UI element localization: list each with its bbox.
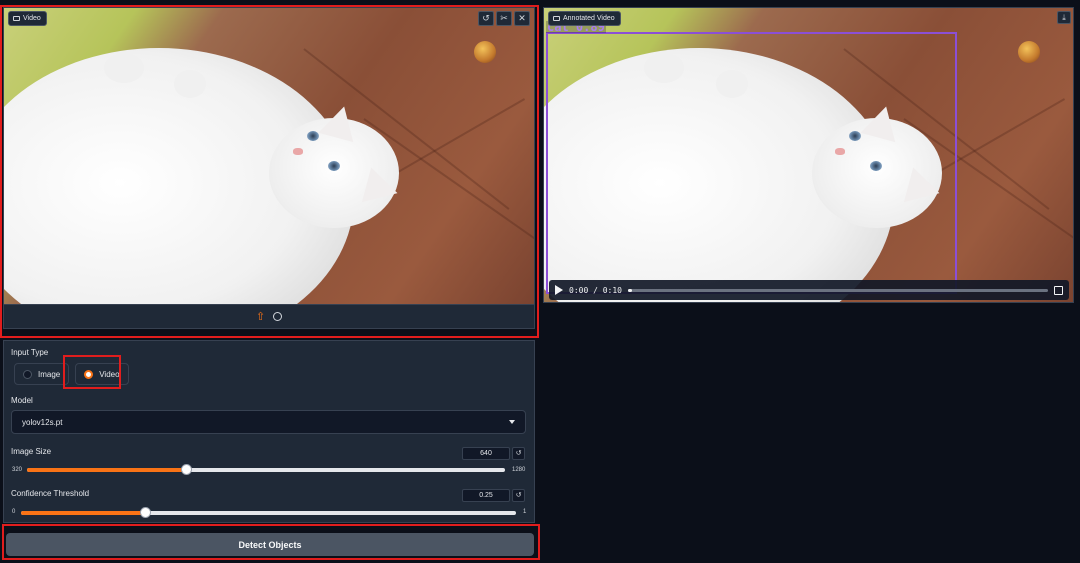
video-label-text: Video [23,15,41,22]
confidence-input[interactable]: 0.25 [462,489,510,502]
webcam-icon[interactable] [273,312,283,321]
video-source-bar: ⇧ [4,304,534,328]
input-type-radio-group: Image Video [14,363,129,385]
radio-video-label: Video [99,369,120,379]
settings-panel: Input Type Image Video Model yolov12s.pt… [3,340,535,523]
video-controls: 0:00 / 0:10 [549,280,1069,300]
detection-bounding-box [546,32,957,294]
radio-video-dot [84,369,94,379]
confidence-max: 1 [523,509,527,515]
input-type-label: Input Type [11,348,49,357]
radio-image-label: Image [38,369,61,379]
video-preview[interactable]: Video ↺ ✂ ✕ [4,8,534,304]
image-size-reset-icon[interactable]: ↺ [512,447,525,460]
confidence-label: Confidence Threshold [11,489,90,498]
undo-icon[interactable]: ↺ [478,11,494,26]
confidence-slider-thumb[interactable] [139,507,151,518]
chevron-down-icon [509,420,515,424]
model-label: Model [11,396,33,405]
fullscreen-icon[interactable] [1054,285,1063,295]
download-icon[interactable]: ⤓ [1057,11,1071,24]
upload-icon[interactable]: ⇧ [256,310,265,323]
video-input-panel: Video ↺ ✂ ✕ ⇧ [3,7,535,329]
radio-video[interactable]: Video [75,363,129,385]
detect-objects-button[interactable]: Detect Objects [6,533,534,556]
confidence-slider[interactable] [21,507,516,518]
scissors-icon[interactable]: ✂ [496,11,512,26]
annotated-video-player[interactable]: cat 0.89 Annotated Video ⤓ 0:00 / 0:10 [544,8,1073,302]
image-size-slider-thumb[interactable] [181,464,193,475]
annotated-video-label-badge: Annotated Video [548,11,621,26]
image-size-slider[interactable] [27,464,505,475]
seek-bar[interactable] [627,288,1048,292]
annotated-video-label-text: Annotated Video [563,15,615,22]
time-display: 0:00 / 0:10 [569,285,622,295]
annotated-video-panel: cat 0.89 Annotated Video ⤓ 0:00 / 0:10 [543,7,1074,303]
cat-video-frame [4,8,534,304]
video-camera-icon [13,16,20,21]
model-dropdown[interactable]: yolov12s.pt [11,410,526,434]
confidence-reset-icon[interactable]: ↺ [512,489,525,502]
image-size-input[interactable]: 640 [462,447,510,460]
radio-image[interactable]: Image [14,363,70,385]
video-toolbar: ↺ ✂ ✕ [478,11,530,26]
video-camera-icon [553,16,560,21]
image-size-max: 1280 [512,467,526,473]
image-size-min: 320 [12,467,23,473]
model-dropdown-value: yolov12s.pt [22,417,63,427]
radio-image-dot [23,369,32,379]
video-label-badge: Video [8,11,47,26]
close-icon[interactable]: ✕ [514,11,530,26]
confidence-min: 0 [12,509,16,515]
image-size-label: Image Size [11,447,52,456]
play-icon[interactable] [555,285,563,295]
